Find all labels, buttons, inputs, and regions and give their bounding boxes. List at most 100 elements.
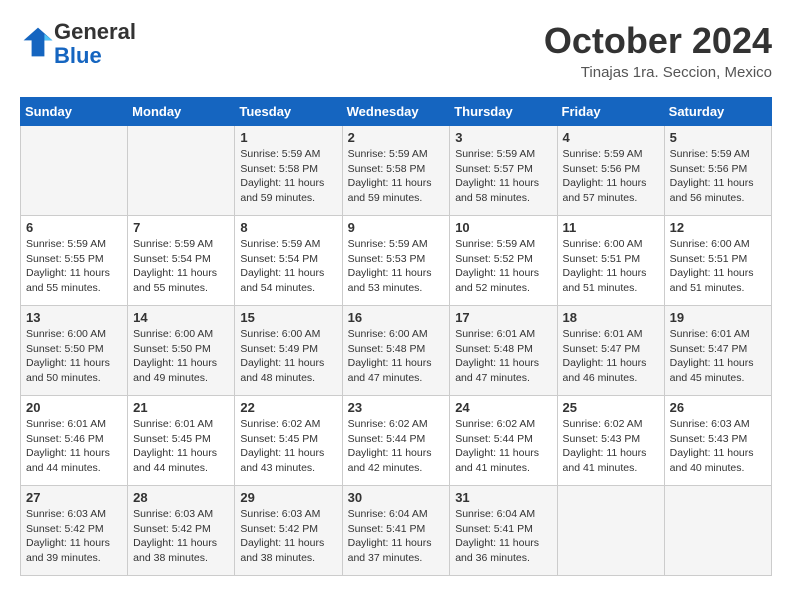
calendar-cell: 14Sunrise: 6:00 AM Sunset: 5:50 PM Dayli… [128,306,235,396]
cell-info: Sunrise: 6:04 AM Sunset: 5:41 PM Dayligh… [455,507,551,566]
day-number: 7 [133,220,229,235]
calendar-cell: 2Sunrise: 5:59 AM Sunset: 5:58 PM Daylig… [342,126,450,216]
calendar-cell: 1 Sunrise: 5:59 AM Sunset: 5:58 PM Daylig… [235,126,342,216]
cell-info: Sunrise: 6:03 AM Sunset: 5:42 PM Dayligh… [26,507,122,566]
calendar-cell: 22 Sunrise: 6:02 AM Sunset: 5:45 PM Dayli… [235,396,342,486]
calendar-cell [664,486,771,576]
cell-info: Sunrise: 6:00 AM Sunset: 5:51 PM Dayligh… [563,237,659,296]
header-thursday: Thursday [450,98,557,126]
calendar-cell: 28 Sunrise: 6:03 AM Sunset: 5:42 PM Dayli… [128,486,235,576]
calendar-body: 1 Sunrise: 5:59 AM Sunset: 5:58 PM Daylig… [21,126,772,576]
calendar-cell: 5 Sunrise: 5:59 AM Sunset: 5:56 PM Daylig… [664,126,771,216]
header-sunday: Sunday [21,98,128,126]
header-tuesday: Tuesday [235,98,342,126]
calendar-cell: 17 Sunrise: 6:01 AM Sunset: 5:48 PM Dayli… [450,306,557,396]
day-number: 22 [240,400,336,415]
day-number: 29 [240,490,336,505]
calendar-cell: 4Sunrise: 5:59 AM Sunset: 5:56 PM Daylig… [557,126,664,216]
day-number: 19 [670,310,766,325]
page-header: General Blue October 2024 Tinajas 1ra. S… [20,20,772,81]
calendar-cell: 6 Sunrise: 5:59 AM Sunset: 5:55 PM Daylig… [21,216,128,306]
month-title: October 2024 [544,20,772,62]
cell-info: Sunrise: 6:01 AM Sunset: 5:48 PM Dayligh… [455,327,551,386]
cell-info: Sunrise: 5:59 AM Sunset: 5:57 PM Dayligh… [455,147,551,206]
cell-info: Sunrise: 6:01 AM Sunset: 5:47 PM Dayligh… [563,327,659,386]
day-number: 4 [563,130,659,145]
cell-info: Sunrise: 6:02 AM Sunset: 5:45 PM Dayligh… [240,417,336,476]
calendar-cell [128,126,235,216]
calendar-cell: 12Sunrise: 6:00 AM Sunset: 5:51 PM Dayli… [664,216,771,306]
header-wednesday: Wednesday [342,98,450,126]
cell-info: Sunrise: 6:00 AM Sunset: 5:48 PM Dayligh… [348,327,445,386]
cell-info: Sunrise: 6:02 AM Sunset: 5:43 PM Dayligh… [563,417,659,476]
cell-info: Sunrise: 6:01 AM Sunset: 5:47 PM Dayligh… [670,327,766,386]
calendar-cell: 19 Sunrise: 6:01 AM Sunset: 5:47 PM Dayli… [664,306,771,396]
header-row: Sunday Monday Tuesday Wednesday Thursday… [21,98,772,126]
cell-info: Sunrise: 6:02 AM Sunset: 5:44 PM Dayligh… [348,417,445,476]
calendar-cell: 3 Sunrise: 5:59 AM Sunset: 5:57 PM Daylig… [450,126,557,216]
cell-info: Sunrise: 6:03 AM Sunset: 5:42 PM Dayligh… [133,507,229,566]
calendar-cell: 31 Sunrise: 6:04 AM Sunset: 5:41 PM Dayli… [450,486,557,576]
calendar-header: Sunday Monday Tuesday Wednesday Thursday… [21,98,772,126]
cell-info: Sunrise: 6:02 AM Sunset: 5:44 PM Dayligh… [455,417,551,476]
cell-info: Sunrise: 6:01 AM Sunset: 5:46 PM Dayligh… [26,417,122,476]
calendar-week-5: 27Sunrise: 6:03 AM Sunset: 5:42 PM Dayli… [21,486,772,576]
calendar-cell: 30 Sunrise: 6:04 AM Sunset: 5:41 PM Dayli… [342,486,450,576]
calendar-cell: 26Sunrise: 6:03 AM Sunset: 5:43 PM Dayli… [664,396,771,486]
day-number: 3 [455,130,551,145]
logo-text: General Blue [54,20,136,68]
calendar-cell: 21 Sunrise: 6:01 AM Sunset: 5:45 PM Dayli… [128,396,235,486]
cell-info: Sunrise: 5:59 AM Sunset: 5:56 PM Dayligh… [670,147,766,206]
day-number: 2 [348,130,445,145]
day-number: 13 [26,310,122,325]
calendar-table: Sunday Monday Tuesday Wednesday Thursday… [20,97,772,576]
header-monday: Monday [128,98,235,126]
cell-info: Sunrise: 6:04 AM Sunset: 5:41 PM Dayligh… [348,507,445,566]
calendar-week-1: 1 Sunrise: 5:59 AM Sunset: 5:58 PM Daylig… [21,126,772,216]
calendar-cell: 13 Sunrise: 6:00 AM Sunset: 5:50 PM Dayli… [21,306,128,396]
calendar-cell: 27Sunrise: 6:03 AM Sunset: 5:42 PM Dayli… [21,486,128,576]
day-number: 16 [348,310,445,325]
calendar-cell: 9Sunrise: 5:59 AM Sunset: 5:53 PM Daylig… [342,216,450,306]
logo: General Blue [20,20,136,68]
day-number: 20 [26,400,122,415]
day-number: 28 [133,490,229,505]
cell-info: Sunrise: 6:00 AM Sunset: 5:50 PM Dayligh… [26,327,122,386]
cell-info: Sunrise: 6:00 AM Sunset: 5:49 PM Dayligh… [240,327,336,386]
day-number: 6 [26,220,122,235]
calendar-cell [557,486,664,576]
cell-info: Sunrise: 6:03 AM Sunset: 5:43 PM Dayligh… [670,417,766,476]
day-number: 8 [240,220,336,235]
calendar-week-4: 20 Sunrise: 6:01 AM Sunset: 5:46 PM Dayli… [21,396,772,486]
day-number: 17 [455,310,551,325]
cell-info: Sunrise: 5:59 AM Sunset: 5:55 PM Dayligh… [26,237,122,296]
day-number: 10 [455,220,551,235]
day-number: 18 [563,310,659,325]
day-number: 21 [133,400,229,415]
day-number: 5 [670,130,766,145]
calendar-cell: 24 Sunrise: 6:02 AM Sunset: 5:44 PM Dayli… [450,396,557,486]
header-saturday: Saturday [664,98,771,126]
logo-icon [22,26,54,58]
location: Tinajas 1ra. Seccion, Mexico [544,64,772,81]
day-number: 24 [455,400,551,415]
calendar-cell: 15Sunrise: 6:00 AM Sunset: 5:49 PM Dayli… [235,306,342,396]
cell-info: Sunrise: 5:59 AM Sunset: 5:54 PM Dayligh… [133,237,229,296]
calendar-cell: 10Sunrise: 5:59 AM Sunset: 5:52 PM Dayli… [450,216,557,306]
calendar-cell: 29 Sunrise: 6:03 AM Sunset: 5:42 PM Dayli… [235,486,342,576]
day-number: 30 [348,490,445,505]
calendar-cell [21,126,128,216]
day-number: 11 [563,220,659,235]
day-number: 25 [563,400,659,415]
cell-info: Sunrise: 5:59 AM Sunset: 5:54 PM Dayligh… [240,237,336,296]
header-friday: Friday [557,98,664,126]
calendar-cell: 8 Sunrise: 5:59 AM Sunset: 5:54 PM Daylig… [235,216,342,306]
cell-info: Sunrise: 6:03 AM Sunset: 5:42 PM Dayligh… [240,507,336,566]
day-number: 14 [133,310,229,325]
calendar-week-2: 6 Sunrise: 5:59 AM Sunset: 5:55 PM Daylig… [21,216,772,306]
cell-info: Sunrise: 6:01 AM Sunset: 5:45 PM Dayligh… [133,417,229,476]
day-number: 12 [670,220,766,235]
cell-info: Sunrise: 5:59 AM Sunset: 5:58 PM Dayligh… [240,147,336,206]
day-number: 31 [455,490,551,505]
day-number: 1 [240,130,336,145]
